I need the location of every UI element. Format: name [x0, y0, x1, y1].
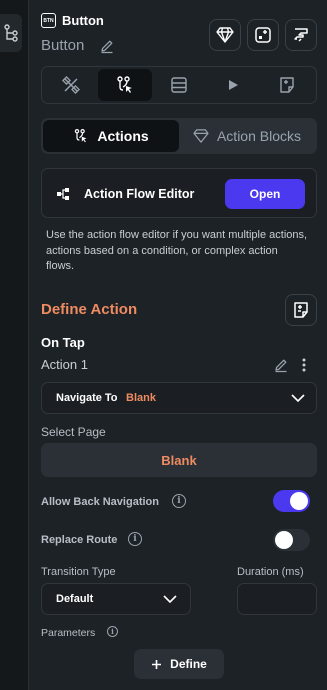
chevron-down-icon [291, 394, 305, 403]
tree-icon [4, 24, 18, 42]
tab-actions[interactable] [98, 69, 152, 101]
actions-flow-icon [75, 129, 87, 143]
tab-properties[interactable] [44, 69, 98, 101]
navigate-target-label: Blank [126, 392, 156, 404]
transition-type-label: Transition Type [41, 566, 116, 578]
action-type-dropdown[interactable]: Navigate To Blank [41, 382, 317, 414]
backend-query-icon [171, 77, 187, 93]
actions-segment-label: Actions [97, 128, 149, 144]
add-note-icon [294, 302, 308, 318]
tree-tool-button[interactable] [0, 14, 22, 52]
duration-label: Duration (ms) [237, 566, 304, 578]
flow-editor-help-text: Use the action flow editor if you want m… [46, 229, 308, 272]
action-flow-editor-title: Action Flow Editor [84, 187, 195, 201]
more-vertical-icon[interactable] [301, 357, 307, 373]
actions-segment[interactable]: Actions [43, 120, 179, 152]
define-parameters-button[interactable]: Define [134, 649, 224, 679]
actions-tab-icon [117, 76, 132, 93]
diamond-icon [193, 129, 209, 143]
replace-route-toggle[interactable] [273, 529, 310, 551]
select-page-button[interactable]: Blank [41, 443, 317, 477]
left-rail [0, 0, 29, 690]
diamond-button[interactable] [209, 19, 241, 51]
add-action-button[interactable] [285, 294, 317, 326]
allow-back-navigation-label: Allow Back Navigation [41, 496, 159, 508]
info-icon[interactable]: i [107, 626, 118, 637]
panel-tabs [41, 66, 317, 104]
add-note-icon [280, 77, 294, 93]
action-blocks-segment[interactable]: Action Blocks [179, 120, 315, 152]
define-button-label: Define [170, 657, 207, 671]
parameters-label: Parameters [41, 627, 96, 639]
open-flow-editor-button[interactable]: Open [225, 179, 305, 209]
replace-route-label: Replace Route [41, 534, 118, 546]
select-page-label: Select Page [41, 425, 106, 439]
widget-type-badge: BTN [41, 13, 56, 28]
actions-segmented-control: Actions Action Blocks [41, 118, 317, 154]
define-action-title: Define Action [41, 301, 138, 318]
tab-preview[interactable] [206, 69, 260, 101]
diamond-icon [216, 27, 234, 43]
plus-icon [152, 659, 162, 669]
theme-button[interactable] [285, 19, 317, 51]
play-icon [229, 80, 238, 90]
add-widget-icon [255, 27, 271, 43]
settings-tab-icon [62, 76, 80, 94]
trigger-label: On Tap [41, 335, 85, 350]
allow-back-navigation-toggle[interactable] [273, 490, 310, 512]
info-icon[interactable]: i [172, 494, 186, 508]
add-widget-button[interactable] [247, 19, 279, 51]
flow-icon [57, 188, 69, 200]
duration-input[interactable] [237, 583, 317, 615]
tab-backend-query[interactable] [152, 69, 206, 101]
chevron-down-icon [163, 595, 177, 604]
info-icon[interactable]: i [128, 532, 142, 546]
action-blocks-segment-label: Action Blocks [216, 128, 302, 144]
pencil-icon[interactable] [99, 38, 115, 54]
theme-icon [294, 28, 308, 42]
navigate-to-label: Navigate To [56, 392, 118, 404]
action-name: Action 1 [41, 357, 88, 372]
widget-name[interactable]: Button [41, 37, 84, 54]
transition-type-dropdown[interactable]: Default [41, 583, 191, 615]
action-flow-editor-card: Action Flow Editor Open [41, 168, 317, 218]
properties-panel: BTN Button Button Actions Action Blocks … [29, 0, 327, 690]
transition-type-value: Default [56, 593, 94, 605]
tab-notes[interactable] [260, 69, 314, 101]
pencil-icon[interactable] [273, 357, 289, 373]
widget-type-title: Button [62, 13, 104, 28]
